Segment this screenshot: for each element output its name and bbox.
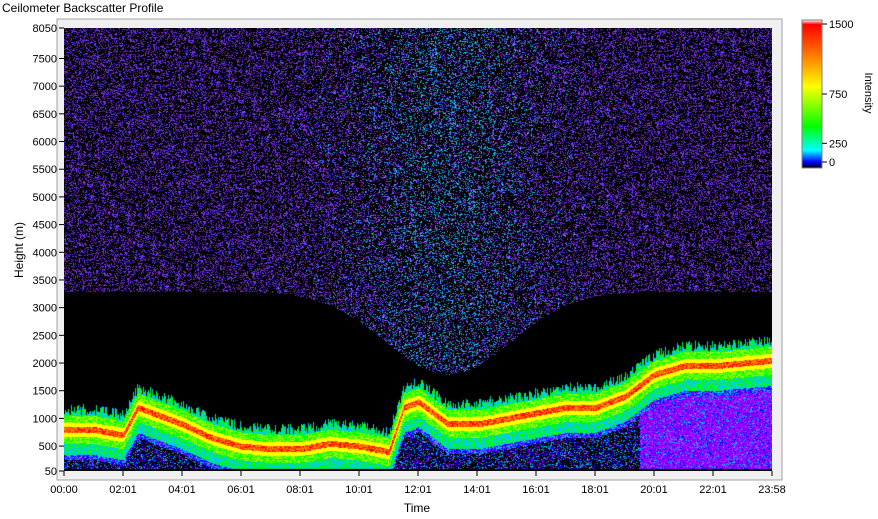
y-tick-label: 6500 (33, 109, 57, 121)
colorbar-tick-label: 0 (829, 157, 835, 169)
colorbar-gradient (801, 19, 823, 169)
y-axis-title: Height (m) (12, 222, 26, 278)
y-tick-label: 7000 (33, 81, 57, 93)
y-tick-label: 6000 (33, 137, 57, 149)
y-tick-label: 1000 (33, 413, 57, 425)
y-tick-label: 8050 (33, 23, 57, 35)
backscatter-chart: 5050010001500200025003000350040004500500… (12, 18, 874, 515)
y-tick-label: 1500 (33, 386, 57, 398)
x-tick-label: 00:00 (50, 484, 78, 496)
x-tick-label: 23:58 (758, 484, 786, 496)
x-axis-title: Time (404, 501, 431, 515)
y-tick-label: 2000 (33, 358, 57, 370)
x-tick-label: 14:01 (463, 484, 491, 496)
x-tick-label: 02:01 (109, 484, 137, 496)
y-tick-label: 500 (39, 441, 57, 453)
y-tick-label: 3500 (33, 275, 57, 287)
x-tick-label: 04:01 (168, 484, 196, 496)
heatmap-canvas-holder (64, 28, 772, 471)
y-tick-label: 5000 (33, 192, 57, 204)
x-tick-label: 12:01 (404, 484, 432, 496)
colorbar-tick-label: 750 (829, 89, 847, 101)
y-tick-label: 4500 (33, 220, 57, 232)
x-tick-label: 16:01 (522, 484, 550, 496)
y-tick-label: 3000 (33, 303, 57, 315)
x-tick-label: 08:01 (286, 484, 314, 496)
heatmap-canvas (64, 28, 772, 471)
x-tick-label: 22:01 (699, 484, 727, 496)
colorbar-tick-label: 250 (829, 138, 847, 150)
x-tick-label: 10:01 (345, 484, 373, 496)
colorbar-tick-label: 1500 (829, 19, 853, 31)
colorbar-label: Intensity (862, 73, 874, 114)
x-tick-label: 06:01 (227, 484, 255, 496)
x-tick-label: 20:01 (640, 484, 668, 496)
y-tick-label: 5500 (33, 164, 57, 176)
y-tick-label: 7500 (33, 53, 57, 65)
colorbar-ticks: 0 250 750 1500 (822, 19, 853, 169)
x-tick-label: 18:01 (581, 484, 609, 496)
y-tick-label: 2500 (33, 330, 57, 342)
y-tick-label: 4000 (33, 247, 57, 259)
y-tick-label: 50 (45, 466, 57, 478)
